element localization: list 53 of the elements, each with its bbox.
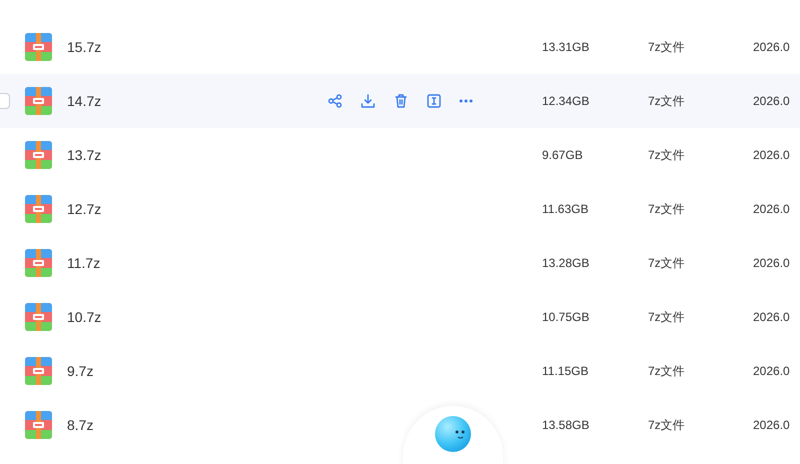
file-type: 7z文件 [648,255,686,272]
archive-file-icon [25,411,52,439]
modified-date: 2026.0 [753,147,790,164]
file-row[interactable]: 13.7z 9.67GB 7z文件 2026.0 [0,128,800,182]
file-name: 8.7z [67,416,94,434]
file-name: 15.7z [67,38,102,56]
modified-date: 2026.0 [753,39,790,56]
file-type: 7z文件 [648,309,686,326]
archive-file-icon [25,249,52,277]
file-type: 7z文件 [648,39,686,56]
rename-icon[interactable] [426,93,442,109]
file-row[interactable]: 9.7z 11.15GB 7z文件 2026.0 [0,344,800,398]
more-icon[interactable] [459,99,473,103]
file-type: 7z文件 [648,93,686,110]
file-name: 9.7z [67,362,94,380]
modified-date: 2026.0 [753,417,790,434]
file-size: 9.67GB [542,147,584,164]
archive-file-icon [25,195,52,223]
file-type: 7z文件 [648,201,686,218]
archive-file-icon [25,33,52,61]
file-size: 10.75GB [542,309,590,326]
file-name: 11.7z [67,254,102,272]
file-type: 7z文件 [648,363,686,380]
file-name: 14.7z [67,92,102,110]
file-size: 12.34GB [542,93,590,110]
archive-file-icon [25,141,52,169]
file-row[interactable]: 8.7z 13.58GB 7z文件 2026.0 [0,398,800,452]
file-row[interactable]: 14.7z 12.34GB 7z文件 2026.0 [0,74,800,128]
file-row[interactable]: 12.7z 11.63GB 7z文件 2026.0 [0,182,800,236]
file-size: 13.58GB [542,417,590,434]
file-name: 13.7z [67,146,102,164]
file-row[interactable]: 10.7z 10.75GB 7z文件 2026.0 [0,290,800,344]
file-type: 7z文件 [648,417,686,434]
archive-file-icon [25,357,52,385]
file-row[interactable]: 15.7z 13.31GB 7z文件 2026.0 [0,20,800,74]
file-name: 10.7z [67,308,102,326]
archive-file-icon [25,87,52,115]
delete-icon[interactable] [393,93,409,109]
modified-date: 2026.0 [753,363,790,380]
modified-date: 2026.0 [753,201,790,218]
file-name: 12.7z [67,200,102,218]
modified-date: 2026.0 [753,93,790,110]
share-icon[interactable] [327,93,343,109]
file-type: 7z文件 [648,147,686,164]
file-size: 11.63GB [542,201,590,218]
download-icon[interactable] [360,93,376,109]
file-size: 13.31GB [542,39,590,56]
modified-date: 2026.0 [753,255,790,272]
file-row[interactable]: 11.7z 13.28GB 7z文件 2026.0 [0,236,800,290]
archive-file-icon [25,303,52,331]
modified-date: 2026.0 [753,309,790,326]
file-size: 11.15GB [542,363,590,380]
file-size: 13.28GB [542,255,590,272]
